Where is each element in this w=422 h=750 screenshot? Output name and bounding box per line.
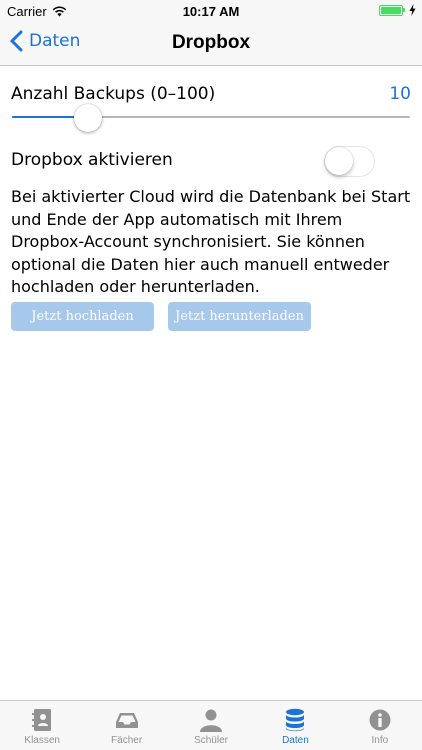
tab-info[interactable]: Info — [338, 701, 422, 750]
tab-label: Info — [371, 735, 389, 746]
tab-bar: Klassen Fächer Schüler Daten Info — [0, 700, 422, 750]
inbox-tray-icon — [114, 707, 140, 733]
tab-label: Fächer — [111, 735, 143, 746]
tab-label: Schüler — [194, 735, 228, 746]
tab-daten[interactable]: Daten — [253, 701, 337, 750]
battery-icon — [379, 4, 403, 16]
tab-klassen[interactable]: Klassen — [0, 701, 84, 750]
toggle-knob — [325, 147, 353, 175]
download-button[interactable]: Jetzt herunterladen — [168, 302, 311, 331]
battery-fill — [381, 6, 401, 14]
slider-thumb[interactable] — [74, 104, 102, 132]
upload-button[interactable]: Jetzt hochladen — [11, 302, 154, 331]
tab-label: Klassen — [24, 735, 60, 746]
tab-label: Daten — [282, 735, 309, 746]
status-right — [379, 4, 416, 16]
tab-faecher[interactable]: Fächer — [84, 701, 168, 750]
status-bar: Carrier 10:17 AM — [0, 0, 422, 22]
charging-bolt-icon — [409, 4, 416, 16]
backups-value: 10 — [389, 84, 411, 104]
dropbox-description: Bei aktivierter Cloud wird die Datenbank… — [11, 187, 411, 296]
battery-tip — [403, 8, 405, 12]
dropbox-toggle[interactable] — [324, 146, 375, 177]
dropbox-row: Dropbox aktivieren — [11, 146, 411, 178]
tab-schueler[interactable]: Schüler — [169, 701, 253, 750]
contacts-book-icon — [29, 707, 55, 733]
info-icon — [367, 707, 393, 733]
backups-label: Anzahl Backups (0–100) — [11, 84, 216, 104]
navigation-bar: Daten Dropbox — [0, 22, 422, 66]
backups-slider[interactable] — [12, 104, 410, 132]
dropbox-label: Dropbox aktivieren — [11, 150, 173, 170]
database-icon — [282, 707, 308, 733]
person-icon — [198, 707, 224, 733]
status-time: 10:17 AM — [182, 4, 240, 19]
battery-indicator — [379, 4, 405, 16]
page-title: Dropbox — [171, 32, 251, 53]
